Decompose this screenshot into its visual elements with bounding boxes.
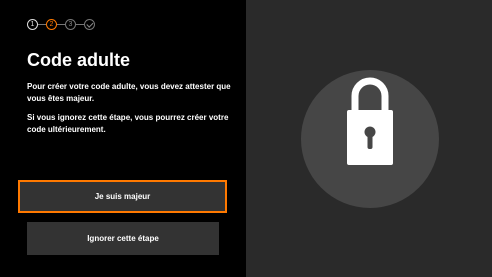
description-paragraph: Pour créer votre code adulte, vous devez… (27, 82, 231, 103)
confirm-adult-button[interactable]: Je suis majeur (18, 180, 227, 213)
step-connector (38, 23, 46, 25)
step-connector (57, 23, 65, 25)
skip-step-button[interactable]: Ignorer cette étape (27, 222, 219, 255)
step-3-indicator: 3 (65, 18, 76, 30)
lock-illustration-circle (301, 70, 439, 208)
page-title: Code adulte (27, 50, 131, 70)
step-2-indicator: 2 (46, 18, 57, 30)
skip-info-paragraph: Si vous ignorez cette étape, vous pourre… (27, 113, 229, 134)
step-connector (76, 23, 84, 25)
progress-stepper: 1 2 3 (27, 17, 95, 31)
step-4-check-icon (84, 18, 95, 30)
step-1-indicator: 1 (27, 18, 38, 30)
